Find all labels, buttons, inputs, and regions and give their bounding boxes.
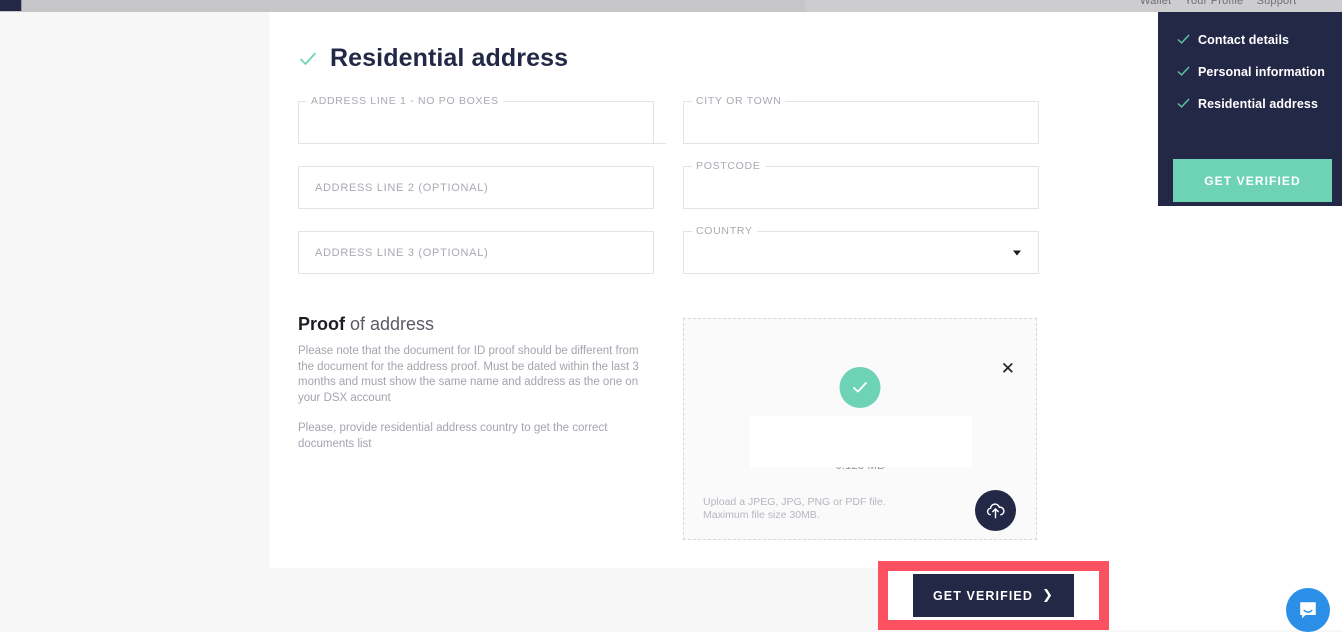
proof-of-address-block: Proof of address Please note that the do… bbox=[298, 314, 646, 467]
chat-launcher-button[interactable] bbox=[1286, 588, 1330, 632]
document-dropzone[interactable]: ✕ 0.123 MB Upload a JPEG, JPG, PNG or PD… bbox=[683, 318, 1037, 540]
notch-right-rule bbox=[785, 101, 1039, 102]
check-icon bbox=[300, 52, 316, 65]
chevron-down-icon[interactable] bbox=[1013, 250, 1021, 255]
postcode-field[interactable]: POSTCODE bbox=[683, 160, 1039, 209]
submit-button-container: GET VERIFIED ❯ bbox=[888, 571, 1099, 620]
country-label: COUNTRY bbox=[696, 224, 753, 237]
residential-address-card: Residential address ADDRESS LINE 1 - NO … bbox=[269, 12, 1070, 568]
address-line-2-placeholder: ADDRESS LINE 2 (OPTIONAL) bbox=[315, 181, 489, 194]
check-icon bbox=[1177, 34, 1190, 44]
notch-right-rule bbox=[502, 101, 654, 102]
city-or-town-notch: CITY OR TOWN bbox=[683, 95, 1039, 107]
country-notch: COUNTRY bbox=[683, 225, 1039, 237]
chevron-right-icon: ❯ bbox=[1042, 588, 1055, 603]
cloud-upload-icon[interactable] bbox=[975, 490, 1016, 531]
panel-get-verified-button[interactable]: GET VERIFIED bbox=[1173, 159, 1332, 202]
get-verified-button[interactable]: GET VERIFIED ❯ bbox=[913, 574, 1074, 617]
country-select[interactable]: COUNTRY bbox=[683, 225, 1039, 274]
chrome-nav-label-profile[interactable]: Your Profile bbox=[1184, 0, 1243, 7]
chat-bubble-icon bbox=[1300, 602, 1316, 619]
submit-highlight-annotation: GET VERIFIED ❯ bbox=[878, 561, 1109, 630]
close-icon[interactable]: ✕ bbox=[1001, 361, 1015, 378]
chrome-nav-label-wallet[interactable]: Wallet bbox=[1140, 0, 1171, 7]
check-icon bbox=[853, 382, 867, 393]
notch-right-rule bbox=[756, 231, 1039, 232]
verification-progress-panel: Contact details Personal information Res… bbox=[1158, 12, 1342, 206]
address-line-1-field[interactable]: ADDRESS LINE 1 - NO PO BOXES bbox=[298, 95, 666, 144]
proof-paragraph-2: Please, provide residential address coun… bbox=[298, 422, 608, 450]
proof-title-rest: of address bbox=[345, 314, 435, 334]
notch-left-rule bbox=[683, 101, 692, 102]
dropzone-hint-line-1: Upload a JPEG, JPG, PNG or PDF file. bbox=[703, 496, 886, 508]
notch-left-rule bbox=[298, 101, 307, 102]
get-verified-button-label: GET VERIFIED bbox=[932, 588, 1034, 603]
address-line-2-field[interactable]: ADDRESS LINE 2 (OPTIONAL) bbox=[298, 166, 654, 209]
notch-left-rule bbox=[683, 166, 692, 167]
city-or-town-label: CITY OR TOWN bbox=[696, 94, 782, 107]
proof-of-address-title: Proof of address bbox=[298, 314, 646, 335]
field-inner-rule bbox=[846, 143, 1038, 144]
dropzone-hint-line-2: Maximum file size 30MB. bbox=[703, 509, 820, 521]
progress-step-contact-details[interactable]: Contact details bbox=[1176, 32, 1324, 47]
check-icon bbox=[1177, 98, 1190, 108]
notch-right-rule bbox=[764, 166, 1039, 167]
postcode-label: POSTCODE bbox=[696, 159, 761, 172]
field-inner-rule bbox=[471, 143, 666, 144]
field-inner-rule bbox=[846, 273, 1038, 274]
page-title: Residential address bbox=[330, 44, 569, 72]
field-inner-rule bbox=[846, 208, 1038, 209]
proof-title-strong: Proof bbox=[298, 314, 345, 334]
address-line-3-placeholder: ADDRESS LINE 3 (OPTIONAL) bbox=[315, 246, 489, 259]
address-line-1-label: ADDRESS LINE 1 - NO PO BOXES bbox=[311, 94, 499, 107]
address-line-1-notch: ADDRESS LINE 1 - NO PO BOXES bbox=[298, 95, 654, 107]
progress-step-label: Residential address bbox=[1198, 96, 1319, 111]
check-circle-icon bbox=[839, 367, 881, 408]
dropzone-hint: Upload a JPEG, JPG, PNG or PDF file. Max… bbox=[703, 496, 886, 522]
notch-left-rule bbox=[683, 231, 692, 232]
loading-overlay bbox=[750, 416, 972, 467]
check-icon bbox=[1177, 66, 1190, 76]
progress-step-label: Personal information bbox=[1198, 64, 1326, 79]
address-line-3-field[interactable]: ADDRESS LINE 3 (OPTIONAL) bbox=[298, 231, 654, 274]
city-or-town-field[interactable]: CITY OR TOWN bbox=[683, 95, 1039, 144]
cloud-upload-glyph bbox=[986, 503, 1005, 519]
proof-paragraph-1: Please note that the document for ID pro… bbox=[298, 345, 639, 404]
chrome-nav-label-support[interactable]: Support bbox=[1257, 0, 1297, 7]
progress-step-residential-address[interactable]: Residential address bbox=[1176, 96, 1324, 111]
progress-step-label: Contact details bbox=[1198, 32, 1290, 47]
app-chrome-bar: Wallet Your Profile Support bbox=[0, 0, 1342, 12]
app-logo[interactable] bbox=[0, 0, 22, 11]
chrome-nav-labels: Wallet Your Profile Support bbox=[1140, 0, 1307, 7]
postcode-notch: POSTCODE bbox=[683, 160, 1039, 172]
progress-step-personal-information[interactable]: Personal information bbox=[1176, 64, 1326, 79]
section-heading: Residential address bbox=[298, 46, 568, 71]
